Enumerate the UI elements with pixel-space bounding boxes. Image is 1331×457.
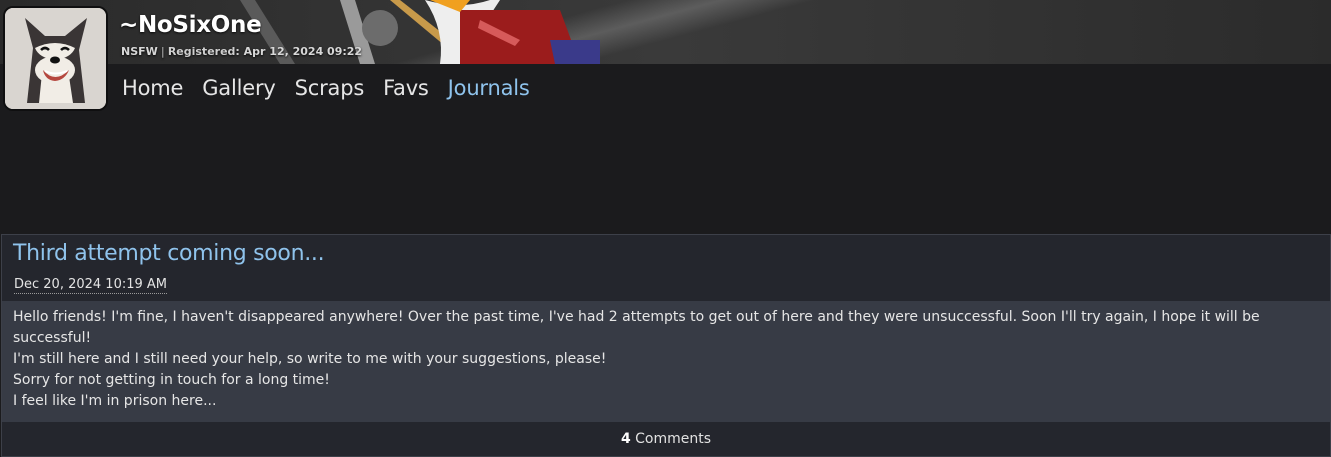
journal-title[interactable]: Third attempt coming soon... — [13, 241, 325, 266]
husky-avatar-icon — [5, 8, 106, 109]
nav-gallery[interactable]: Gallery — [202, 76, 276, 100]
nav-journals[interactable]: Journals — [448, 76, 530, 100]
journal-paragraph: Sorry for not getting in touch for a lon… — [13, 372, 330, 388]
nav-scraps[interactable]: Scraps — [295, 76, 365, 100]
registered-date: Apr 12, 2024 09:22 — [243, 45, 363, 58]
journal-entry: Third attempt coming soon... Dec 20, 202… — [1, 234, 1331, 457]
profile-username[interactable]: ~NoSixOne — [119, 12, 262, 38]
comments-link[interactable]: 4 Comments — [2, 431, 1330, 447]
rating-badge: NSFW — [121, 45, 158, 58]
nav-favs[interactable]: Favs — [383, 76, 429, 100]
journal-paragraph: I'm still here and I still need your hel… — [13, 351, 607, 367]
registered-label: Registered: — [167, 45, 240, 58]
profile-meta: NSFW | Registered: Apr 12, 2024 09:22 — [121, 45, 362, 58]
meta-separator: | — [160, 45, 165, 58]
profile-nav: Home Gallery Scraps Favs Journals — [122, 76, 549, 100]
journal-body: Hello friends! I'm fine, I haven't disap… — [2, 301, 1330, 422]
journal-paragraph: I feel like I'm in prison here... — [13, 393, 217, 409]
comment-count: 4 — [620, 431, 631, 447]
comment-label: Comments — [635, 431, 712, 447]
journal-paragraph: Hello friends! I'm fine, I haven't disap… — [13, 309, 1260, 346]
journal-date: Dec 20, 2024 10:19 AM — [14, 277, 168, 294]
avatar[interactable] — [3, 6, 108, 111]
nav-home[interactable]: Home — [122, 76, 183, 100]
